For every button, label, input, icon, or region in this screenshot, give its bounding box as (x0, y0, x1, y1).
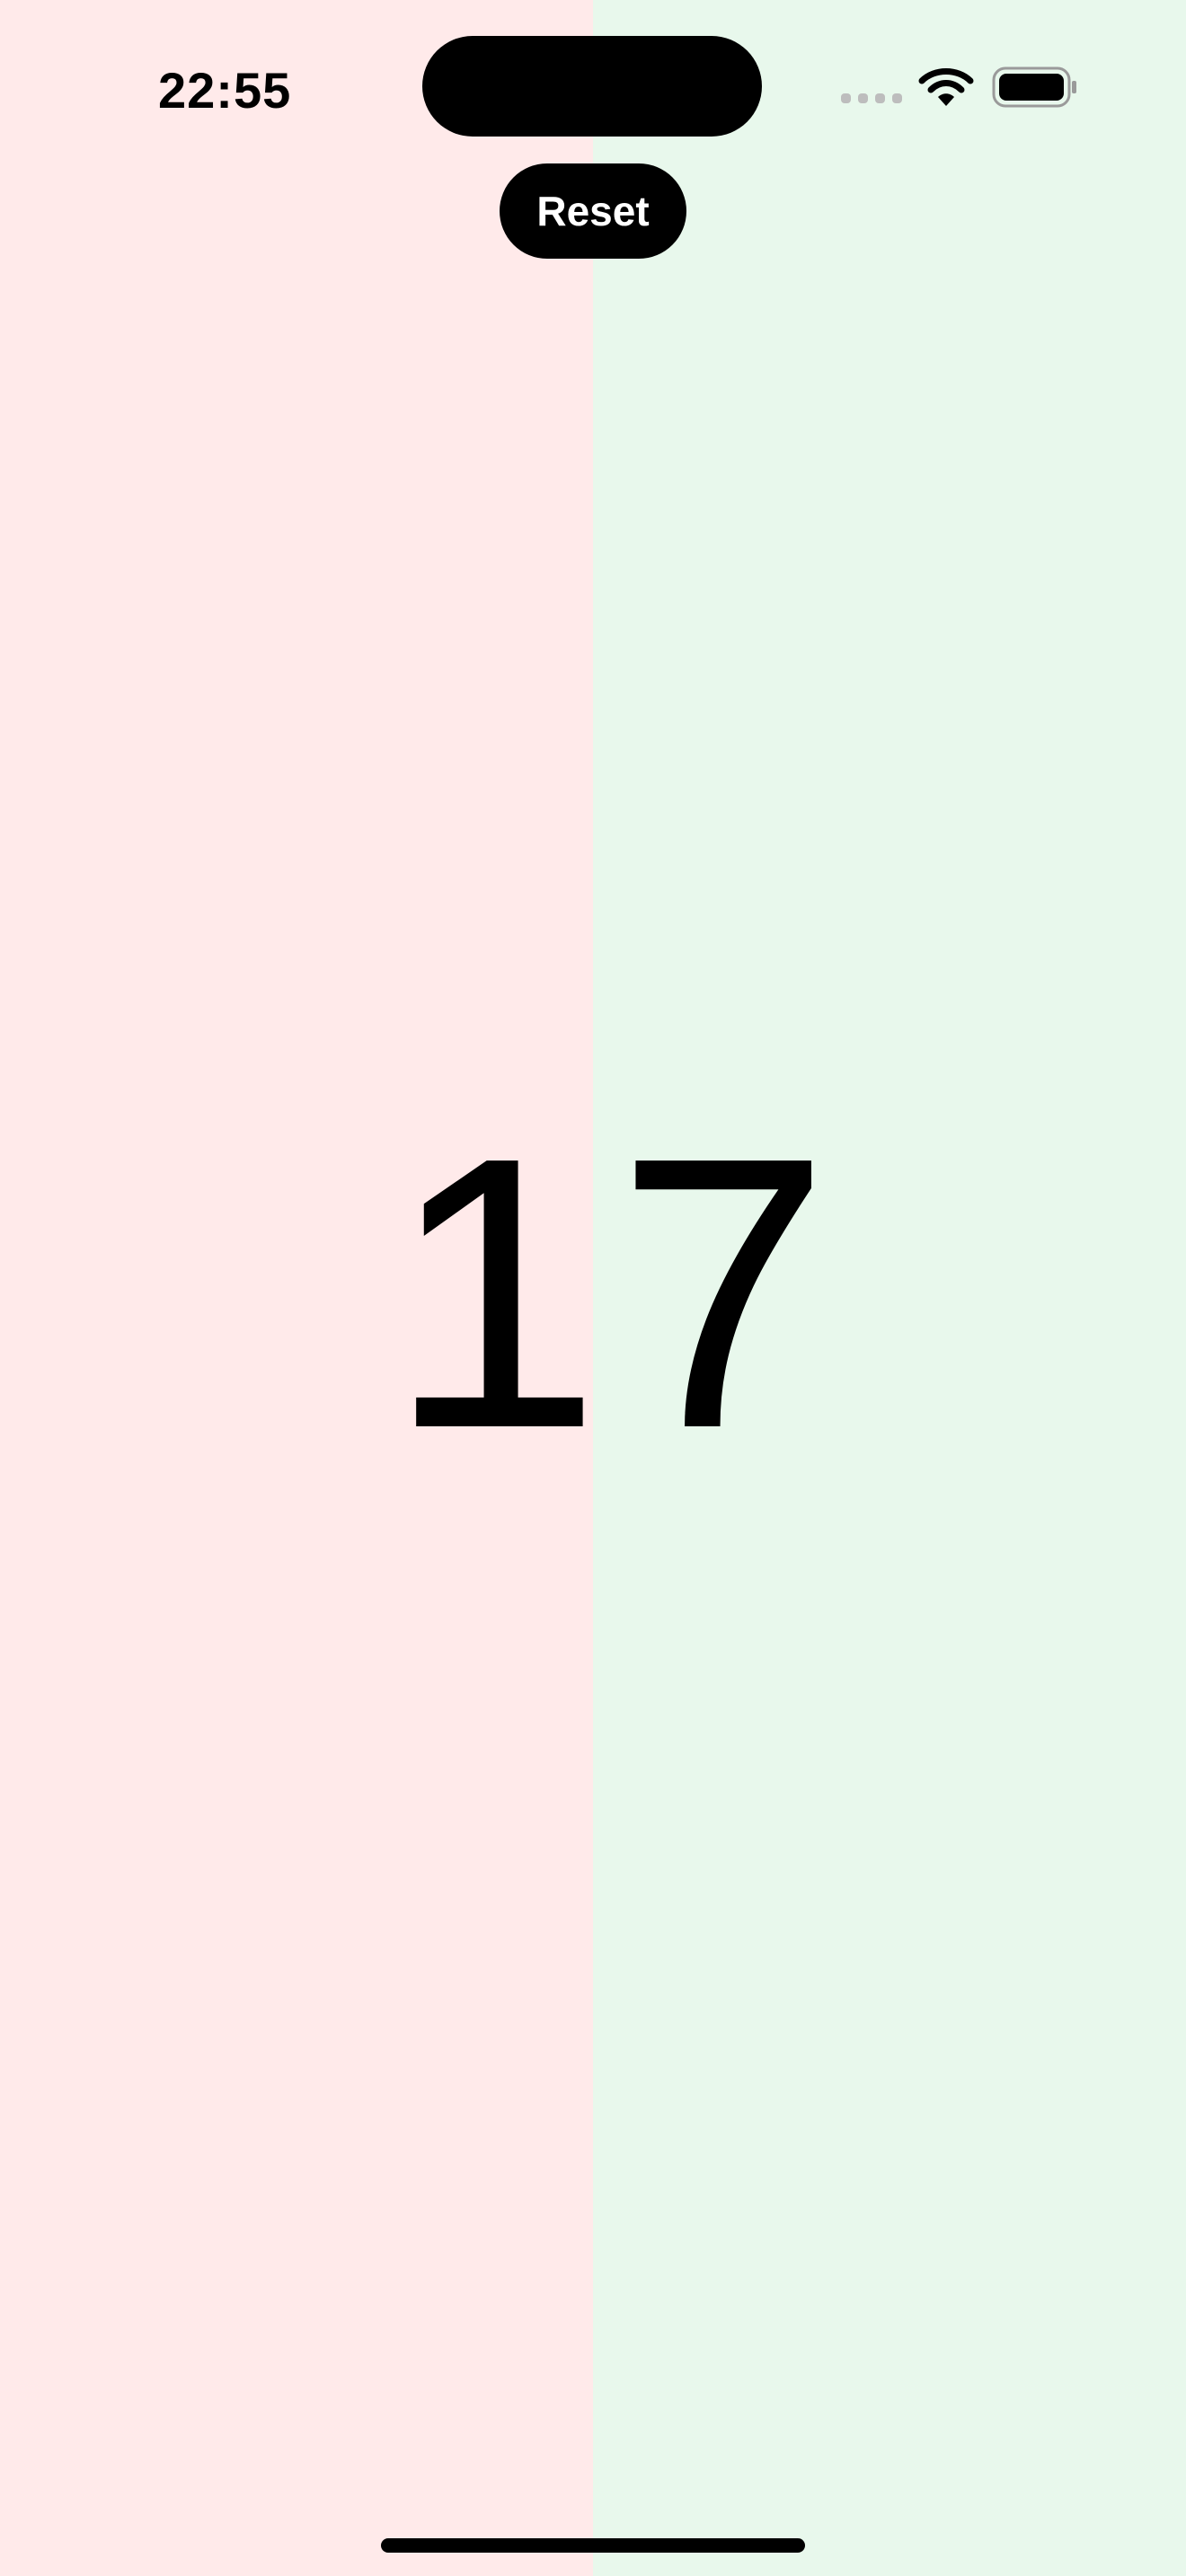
dynamic-island (422, 36, 762, 137)
home-indicator[interactable] (381, 2538, 805, 2553)
status-time: 22:55 (158, 62, 292, 119)
battery-icon (992, 66, 1076, 108)
right-score: 7 (615, 1078, 831, 1509)
wifi-icon (918, 68, 974, 106)
reset-button[interactable]: Reset (500, 163, 686, 259)
cellular-signal-icon (841, 93, 902, 106)
